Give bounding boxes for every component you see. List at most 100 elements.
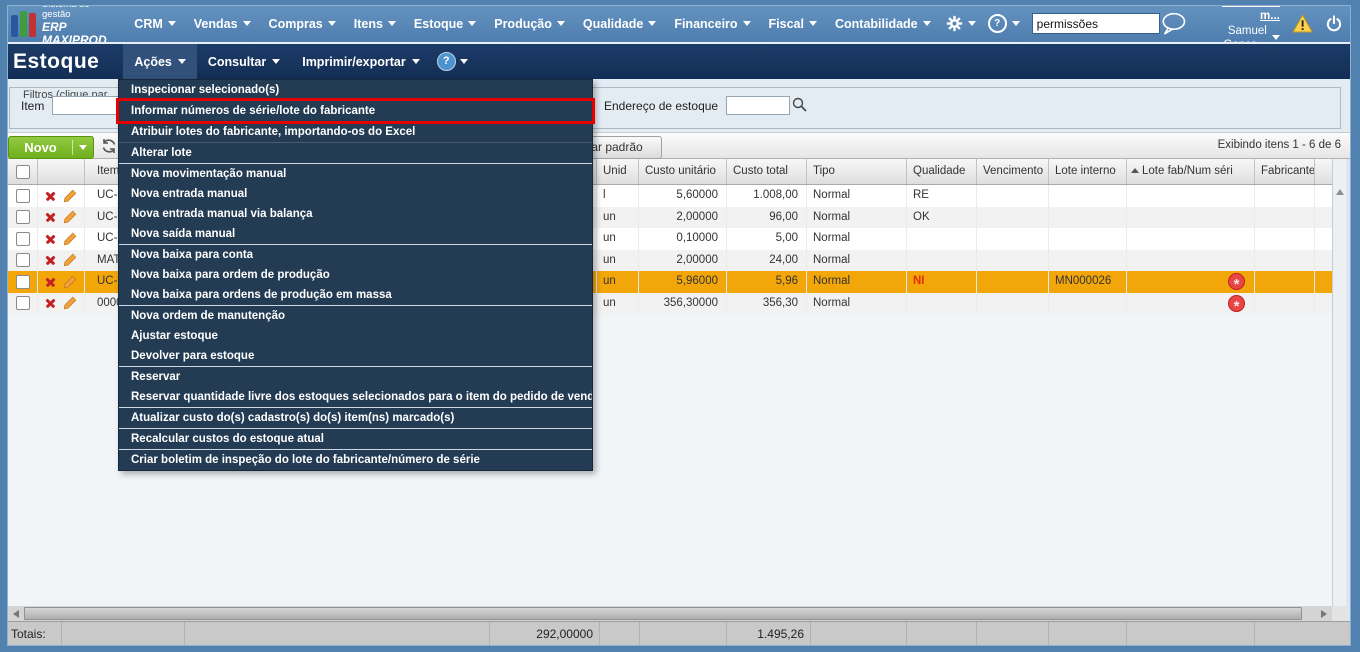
row-checkbox[interactable] [15,274,30,289]
menu-item-nova-movimentacao-manual[interactable]: Nova movimentação manual [119,164,592,184]
menu-item-reservar-quantidade-livre-dos-estoques-sel[interactable]: Reservar quantidade livre dos estoques s… [119,387,592,407]
chat-bubble-icon[interactable] [1160,10,1188,37]
row-action-icons [38,185,85,207]
topbar-menu-crm[interactable]: CRM [125,17,184,31]
refresh-icon[interactable] [101,138,117,154]
col-fabricante[interactable]: Fabricante [1255,159,1315,184]
scroll-left-arrow[interactable] [8,606,24,621]
menu-item-devolver-para-estoque[interactable]: Devolver para estoque [119,346,592,366]
blank-header-cell [1315,159,1332,184]
col-unid[interactable]: Unid [597,159,639,184]
topbar-menu-contabilidade[interactable]: Contabilidade [826,17,940,31]
topbar-menu-estoque[interactable]: Estoque [405,17,485,31]
menu-item-nova-baixa-para-ordem-de-producao[interactable]: Nova baixa para ordem de produção [119,265,592,285]
edit-icon[interactable] [63,296,77,310]
page-menu-imprimir-exportar[interactable]: Imprimir/exportar [291,44,431,79]
magnifier-icon[interactable] [791,96,808,113]
delete-icon[interactable] [45,190,56,201]
scroll-up-arrow[interactable] [1336,189,1344,195]
menu-item-recalcular-custos-do-estoque-atual[interactable]: Recalcular custos do estoque atual [119,429,592,449]
menu-item-nova-saida-manual[interactable]: Nova saída manual [119,224,592,244]
row-checkbox[interactable] [15,296,30,311]
fabricante-cell [1255,228,1315,250]
menu-item-reservar[interactable]: Reservar [119,367,592,387]
menu-item-informar-numeros-de-serie-lote-do-fabrican[interactable]: Informar números de série/lote do fabric… [119,101,592,121]
app-logo: Sistema de gestão ERP MAXIPROD [5,0,125,47]
page-menu-acoes[interactable]: Ações [123,44,197,79]
topbar-menu-compras[interactable]: Compras [260,17,345,31]
help-menu[interactable]: ? [982,14,1026,33]
page-menu-consultar[interactable]: Consultar [197,44,291,79]
row-checkbox[interactable] [15,210,30,225]
chevron-down-icon [468,21,477,26]
qualidade-cell [907,292,977,314]
blank-cell [1315,185,1332,207]
menu-item-nova-entrada-manual[interactable]: Nova entrada manual [119,184,592,204]
topbar-menu-financeiro[interactable]: Financeiro [665,17,759,31]
edit-icon[interactable] [63,210,77,224]
chevron-down-icon [967,21,976,26]
delete-icon[interactable] [45,298,56,309]
col-qualidade[interactable]: Qualidade [907,159,977,184]
menu-item-atribuir-lotes-do-fabricante-importando-os[interactable]: Atribuir lotes do fabricante, importando… [119,122,592,142]
select-all-checkbox[interactable] [15,164,30,179]
col-vencimento[interactable]: Vencimento [977,159,1049,184]
fabricante-cell [1255,292,1315,314]
delete-icon[interactable] [45,212,56,223]
vertical-scrollbar[interactable] [1332,159,1346,606]
menu-item-criar-boletim-de-inspecao-do-lote-do-fabri[interactable]: Criar boletim de inspeção do lote do fab… [119,450,592,470]
serial-required-badge-icon[interactable]: * [1228,294,1245,314]
topbar-menu-vendas[interactable]: Vendas [185,17,260,31]
lote-interno-cell [1049,292,1127,314]
row-select-cell [8,185,38,207]
edit-icon[interactable] [63,189,77,203]
edit-icon[interactable] [63,232,77,246]
col-lote-interno[interactable]: Lote interno [1049,159,1127,184]
menu-item-nova-baixa-para-conta[interactable]: Nova baixa para conta [119,245,592,265]
qualidade-cell: RE [907,185,977,207]
endereco-filter-input[interactable] [726,96,790,115]
endereco-filter-label: Endereço de estoque [604,99,719,113]
row-action-icons [38,271,85,293]
power-icon[interactable] [1325,13,1343,35]
global-search-input[interactable] [1031,13,1160,34]
col-custo-unitario[interactable]: Custo unitário [639,159,727,184]
col-custo-total[interactable]: Custo total [727,159,807,184]
custo-total-cell: 5,00 [727,228,807,250]
page-title: Estoque [13,49,100,73]
col-lote-fab[interactable]: Lote fab/Num séri [1127,159,1255,184]
menu-item-nova-ordem-de-manutencao[interactable]: Nova ordem de manutenção [119,306,592,326]
delete-icon[interactable] [45,255,56,266]
edit-icon[interactable] [63,275,77,289]
menu-item-inspecionar-selecionado-s[interactable]: Inspecionar selecionado(s) [119,80,592,100]
topbar-menu-itens[interactable]: Itens [345,17,405,31]
chevron-down-icon[interactable] [459,59,468,64]
row-checkbox[interactable] [15,253,30,268]
item-filter-label: Item [21,99,45,113]
edit-icon[interactable] [63,253,77,267]
novo-button[interactable]: Novo [8,136,94,159]
serial-required-badge-icon[interactable]: * [1228,273,1245,293]
topbar-menu-fiscal[interactable]: Fiscal [760,17,826,31]
delete-icon[interactable] [45,276,56,287]
warning-triangle-icon[interactable] [1291,12,1313,35]
menu-item-nova-baixa-para-ordens-de-producao-em-mass[interactable]: Nova baixa para ordens de produção em ma… [119,285,592,305]
col-tipo[interactable]: Tipo [807,159,907,184]
page-help-icon[interactable]: ? [436,52,456,71]
settings-menu[interactable] [940,15,982,32]
scroll-right-arrow[interactable] [1316,606,1332,621]
chevron-down-icon [411,59,420,64]
menu-item-alterar-lote[interactable]: Alterar lote [119,143,592,163]
topbar-menu-producao[interactable]: Produção [485,17,574,31]
delete-icon[interactable] [45,233,56,244]
menu-item-atualizar-custo-do-s-cadastro-s-do-s-item-[interactable]: Atualizar custo do(s) cadastro(s) do(s) … [119,408,592,428]
row-checkbox[interactable] [15,231,30,246]
scrollbar-thumb[interactable] [24,607,1302,620]
company-link[interactable]: Fábrica de m... [1199,0,1280,24]
menu-item-ajustar-estoque[interactable]: Ajustar estoque [119,326,592,346]
topbar-menu-qualidade[interactable]: Qualidade [574,17,665,31]
menu-item-nova-entrada-manual-via-balanca[interactable]: Nova entrada manual via balança [119,204,592,224]
horizontal-scrollbar[interactable] [8,606,1346,621]
row-checkbox[interactable] [15,188,30,203]
sort-ascending-icon [1131,168,1139,173]
